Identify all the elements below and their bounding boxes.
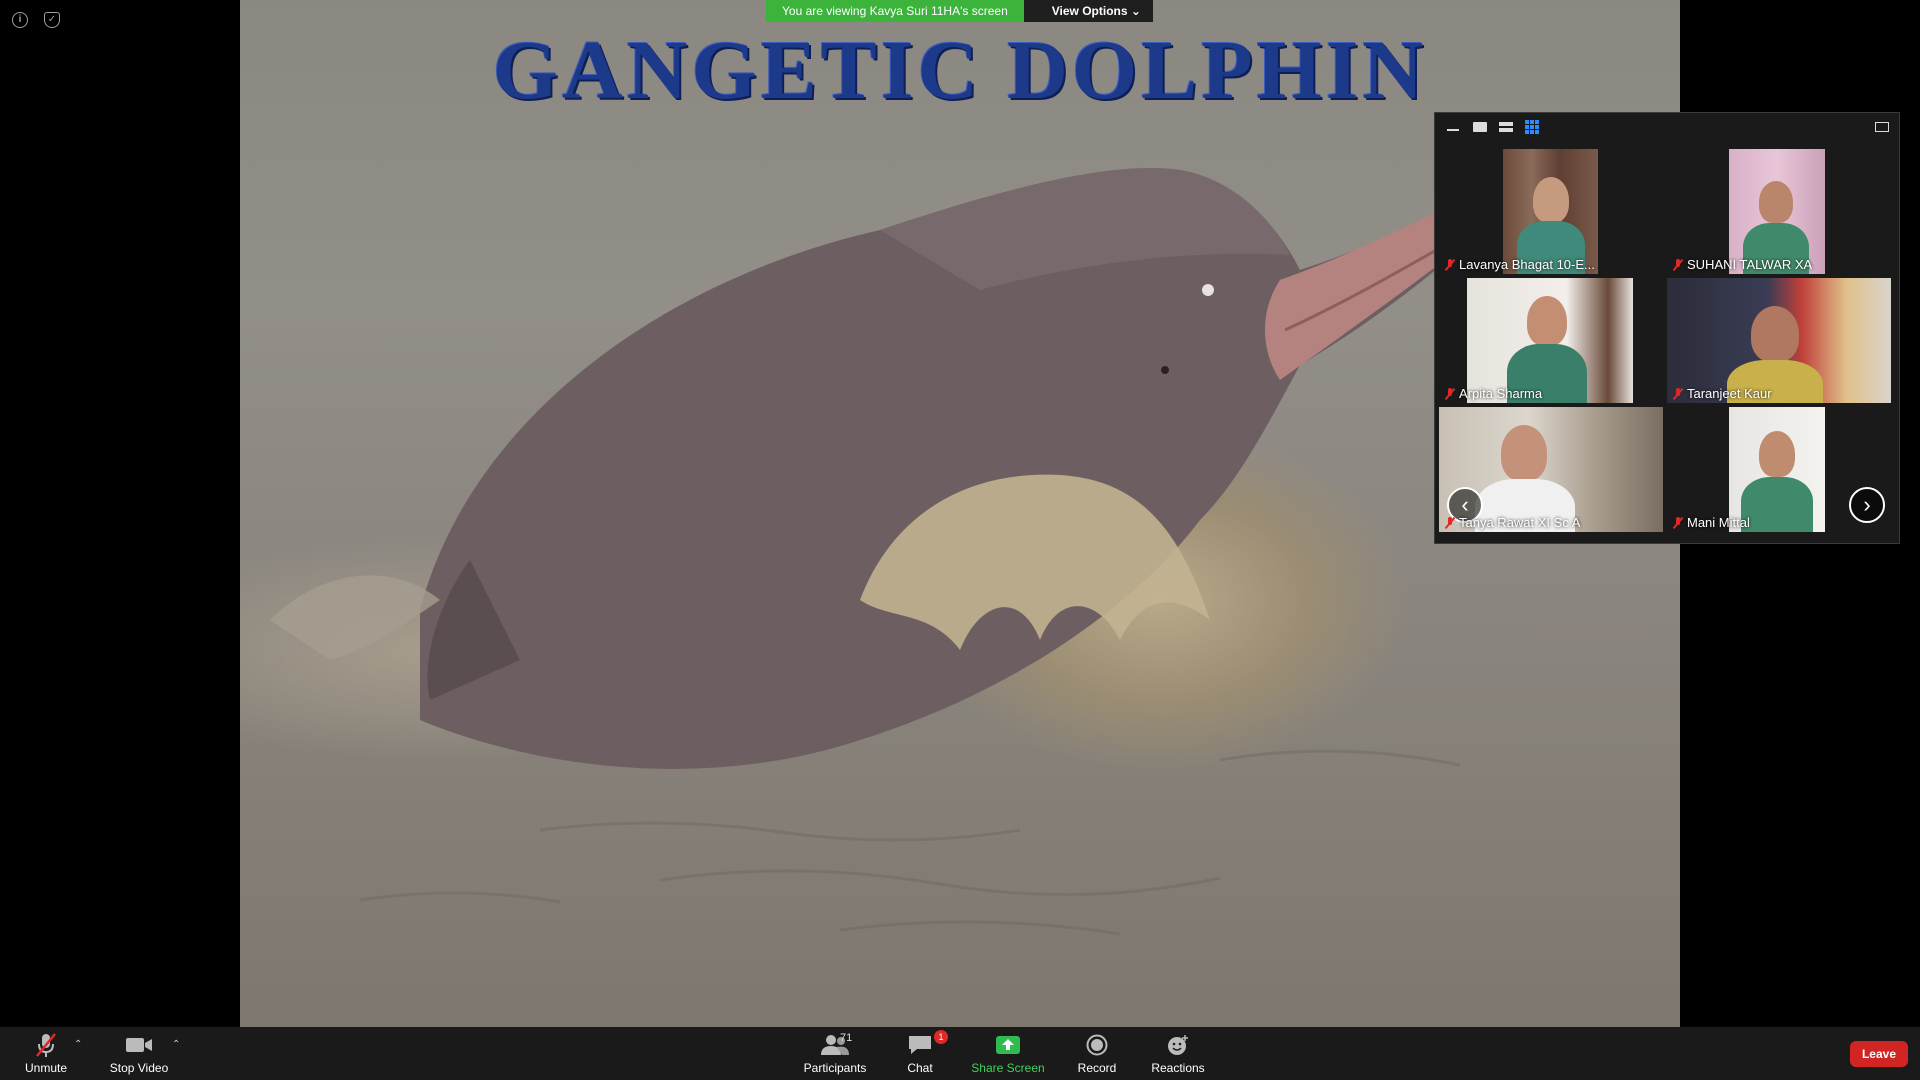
mic-muted-icon	[1445, 387, 1455, 400]
participants-count: 71	[840, 1032, 853, 1044]
participant-tile[interactable]: Arpita Sharma	[1439, 278, 1665, 403]
participant-tile[interactable]: Lavanya Bhagat 10-E...	[1439, 149, 1665, 274]
video-camera-icon	[126, 1038, 152, 1052]
video-options-caret[interactable]: ⌃	[172, 1039, 180, 1050]
meeting-toolbar: Unmute ⌃ Stop Video ⌃ 71 Participants 1 …	[0, 1027, 1920, 1080]
gallery-toolbar	[1435, 113, 1899, 141]
participant-tile[interactable]: ‹ Tanya Rawat XI Sc A	[1439, 407, 1665, 532]
participant-name: Mani Mittal	[1673, 515, 1750, 530]
mic-muted-icon	[1673, 387, 1683, 400]
minimize-icon[interactable]	[1447, 129, 1459, 131]
reactions-button[interactable]: Reactions	[1150, 1032, 1206, 1075]
leave-button[interactable]: Leave	[1849, 1041, 1908, 1067]
exit-panel-icon[interactable]	[1875, 122, 1889, 132]
participant-name: Lavanya Bhagat 10-E...	[1445, 257, 1595, 272]
record-button[interactable]: Record	[1074, 1032, 1120, 1075]
participant-tile[interactable]: Taranjeet Kaur	[1667, 278, 1893, 403]
share-screen-icon	[996, 1036, 1020, 1054]
participant-video	[1729, 407, 1825, 532]
reactions-smiley-icon	[1168, 1035, 1188, 1055]
stop-video-button[interactable]: Stop Video	[106, 1032, 172, 1075]
unmute-button[interactable]: Unmute	[18, 1032, 74, 1075]
participant-tile[interactable]: › Mani Mittal	[1667, 407, 1893, 532]
mic-muted-icon	[1445, 258, 1455, 271]
video-gallery-panel[interactable]: Lavanya Bhagat 10-E... SUHANI TALWAR XA …	[1434, 112, 1900, 544]
view-options-label: View Options	[1051, 4, 1128, 18]
meeting-info-area: i ✓	[12, 12, 60, 28]
share-screen-button[interactable]: Share Screen	[970, 1032, 1046, 1075]
mic-muted-icon	[1673, 516, 1683, 529]
participant-name: Tanya Rawat XI Sc A	[1445, 515, 1580, 530]
mic-muted-icon	[1673, 258, 1683, 271]
mic-muted-icon	[36, 1033, 56, 1057]
chevron-down-icon: ⌄	[1130, 4, 1141, 18]
chat-button[interactable]: 1 Chat	[900, 1030, 948, 1075]
gallery-view-icon[interactable]	[1525, 120, 1539, 134]
participant-name: Arpita Sharma	[1445, 386, 1542, 401]
participant-video	[1503, 149, 1598, 274]
screen-share-banner: You are viewing Kavya Suri 11HA's screen…	[766, 0, 1153, 22]
participant-tile[interactable]: SUHANI TALWAR XA	[1667, 149, 1893, 274]
mic-muted-icon	[1445, 516, 1455, 529]
chevron-right-icon: ›	[1863, 492, 1871, 517]
participant-video	[1729, 149, 1825, 274]
participant-video	[1467, 278, 1633, 403]
participant-name: SUHANI TALWAR XA	[1673, 257, 1812, 272]
slide-title: GANGETIC DOLPHIN	[492, 24, 1428, 117]
audio-options-caret[interactable]: ⌃	[74, 1039, 82, 1050]
record-icon	[1086, 1034, 1108, 1056]
chat-bubble-icon	[909, 1036, 931, 1054]
info-icon[interactable]: i	[12, 12, 28, 28]
security-shield-icon[interactable]: ✓	[44, 12, 60, 28]
participants-button[interactable]: 71 Participants	[800, 1032, 870, 1075]
participant-name: Taranjeet Kaur	[1673, 386, 1772, 401]
strip-view-icon[interactable]	[1499, 122, 1513, 132]
chat-unread-badge: 1	[934, 1030, 948, 1044]
next-page-button[interactable]: ›	[1849, 487, 1885, 523]
view-options-button[interactable]: View Options ⌄	[1023, 0, 1153, 22]
viewing-message: You are viewing Kavya Suri 11HA's screen	[766, 0, 1024, 22]
chevron-left-icon: ‹	[1461, 492, 1469, 517]
participant-video	[1667, 278, 1891, 403]
speaker-view-icon[interactable]	[1473, 122, 1487, 132]
